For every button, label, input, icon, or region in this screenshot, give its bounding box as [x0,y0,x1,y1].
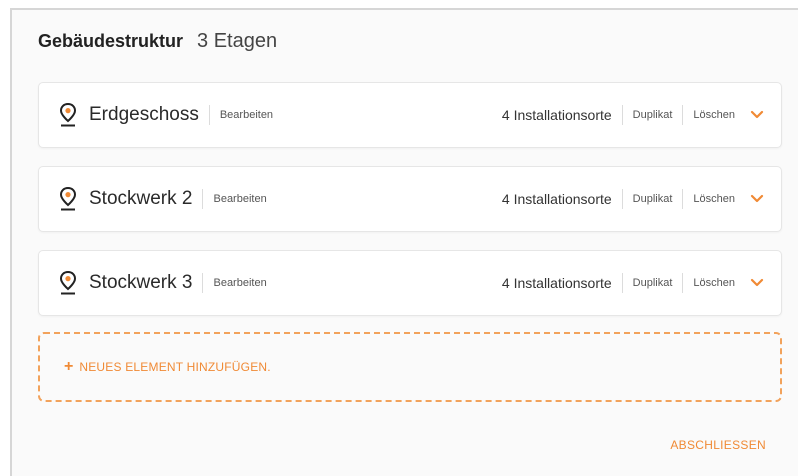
floor-count: 3 Etagen [197,30,278,52]
divider [621,273,623,293]
add-element-button[interactable]: + NEUES ELEMENT HINZUFÜGEN. [38,332,782,402]
floor-name: Erdgeschoss [89,104,199,125]
floor-row-erdgeschoss[interactable]: Erdgeschoss Bearbeiten 4 Installationsor… [38,82,782,148]
chevron-down-icon[interactable] [747,105,767,125]
floor-name: Stockwerk 3 [89,272,193,293]
map-pin-icon [57,101,79,129]
delete-button[interactable]: Löschen [693,193,735,205]
installation-count: 4 Installationsorte [501,191,612,207]
divider [202,189,204,209]
building-structure-panel: Gebäudestruktur 3 Etagen Erdgeschoss Bea… [10,8,798,476]
installation-count: 4 Installationsorte [501,107,612,123]
installation-count: 4 Installationsorte [501,275,612,291]
divider [621,189,623,209]
edit-link[interactable]: Bearbeiten [213,277,266,289]
divider [682,273,684,293]
panel-header: Gebäudestruktur 3 Etagen [38,30,277,53]
divider [621,105,623,125]
finish-button[interactable]: ABSCHLIESSEN [670,438,766,452]
duplicate-button[interactable]: Duplikat [633,109,673,121]
floor-list: Erdgeschoss Bearbeiten 4 Installationsor… [38,82,782,334]
floor-row-stockwerk-2[interactable]: Stockwerk 2 Bearbeiten 4 Installationsor… [38,166,782,232]
divider [202,273,204,293]
chevron-down-icon[interactable] [747,189,767,209]
add-element-label: NEUES ELEMENT HINZUFÜGEN. [79,360,271,374]
divider [682,105,684,125]
map-pin-icon [57,269,79,297]
page-title: Gebäudestruktur [38,31,184,51]
duplicate-button[interactable]: Duplikat [633,277,673,289]
edit-link[interactable]: Bearbeiten [220,109,273,121]
duplicate-button[interactable]: Duplikat [633,193,673,205]
floor-row-stockwerk-3[interactable]: Stockwerk 3 Bearbeiten 4 Installationsor… [38,250,782,316]
plus-icon: + [64,358,74,375]
divider [682,189,684,209]
floor-name: Stockwerk 2 [89,188,193,209]
delete-button[interactable]: Löschen [693,277,735,289]
divider [208,105,210,125]
delete-button[interactable]: Löschen [693,109,735,121]
map-pin-icon [57,185,79,213]
edit-link[interactable]: Bearbeiten [213,193,266,205]
chevron-down-icon[interactable] [747,273,767,293]
